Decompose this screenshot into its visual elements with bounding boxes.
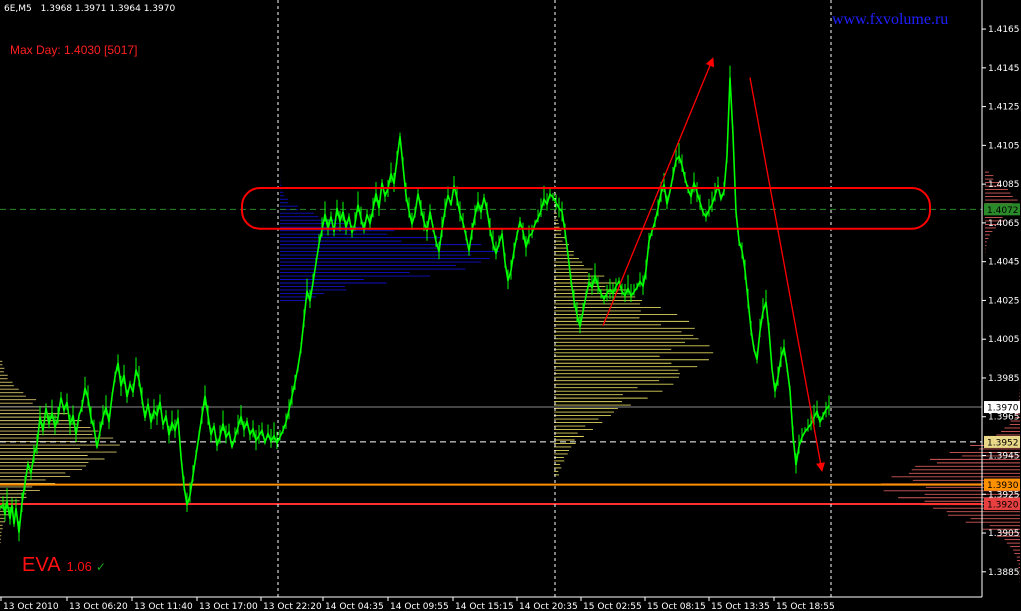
y-tick-label: 1.3885 [988,568,1020,578]
y-tick-label: 1.4125 [988,103,1020,113]
x-tick-label: 13 Oct 11:40 [134,602,193,611]
x-tick-label: 13 Oct 06:20 [69,602,128,611]
level-tag-label: 1.4072 [987,206,1019,216]
trend-arrow [749,77,826,472]
max-day-label: Max Day: 1.4030 [5017] [10,43,138,57]
x-tick-label: 15 Oct 02:55 [583,602,642,611]
x-tick-label: 14 Oct 20:35 [519,602,578,611]
y-tick-label: 1.3905 [988,529,1020,539]
price-levels [0,208,982,505]
y-tick-label: 1.3985 [988,374,1020,384]
x-tick-label: 13 Oct 17:00 [199,602,258,611]
axes: 1.4165 1.4145 1.4125 1.4105 1.4085 1.4065 1.40… [0,0,1020,611]
level-tag-label: 1.3920 [987,500,1019,510]
y-tick-label: 1.4145 [988,64,1020,74]
x-tick-label: 13 Oct 2010 [3,602,59,611]
x-tick-label: 15 Oct 13:35 [711,602,770,611]
y-tick-label: 1.4105 [988,141,1020,151]
volume-profile [554,83,714,476]
x-tick-label: 14 Oct 15:15 [455,602,514,611]
y-tick-label: 1.4045 [988,258,1020,268]
volume-profile [881,361,1020,582]
level-tag-label: 1.3952 [987,438,1019,448]
price-chart[interactable]: 1.4165 1.4145 1.4125 1.4105 1.4085 1.4065 1.40… [0,0,1021,611]
price-line [0,77,830,533]
price-series [0,65,830,542]
checkmark-icon: ✓ [95,560,106,574]
level-tag-label: 1.3930 [987,481,1019,491]
symbol-label: 6E,M5 [4,4,32,14]
x-tick-label: 14 Oct 04:35 [325,602,384,611]
ohlc-values: 1.3968 1.3971 1.3964 1.3970 [40,4,176,14]
symbol-header: 6E,M5 1.3968 1.3971 1.3964 1.3970 [4,4,175,14]
y-tick-label: 1.4065 [988,219,1020,229]
x-tick-label: 15 Oct 08:15 [647,602,706,611]
y-tick-label: 1.4085 [988,180,1020,190]
watermark-url: www.fxvolume.ru [832,11,949,28]
y-tick-label: 1.4025 [988,296,1020,306]
level-tag-label: 1.3970 [987,404,1019,414]
y-tick-label: 1.4005 [988,335,1020,345]
volume-profile [0,360,120,544]
eva-indicator: EVA 1.06 ✓ [22,554,106,577]
chart-window[interactable]: 1.4165 1.4145 1.4125 1.4105 1.4085 1.4065 1.40… [0,0,1021,611]
y-tick-label: 1.3965 [988,413,1020,423]
x-tick-label: 13 Oct 22:20 [263,602,322,611]
eva-name: EVA [22,554,61,576]
x-tick-label: 15 Oct 18:55 [776,602,835,611]
y-tick-label: 1.4165 [988,25,1020,35]
eva-value: 1.06 [66,559,92,574]
y-tick-label: 1.3945 [988,452,1020,462]
x-tick-label: 14 Oct 09:55 [390,602,449,611]
